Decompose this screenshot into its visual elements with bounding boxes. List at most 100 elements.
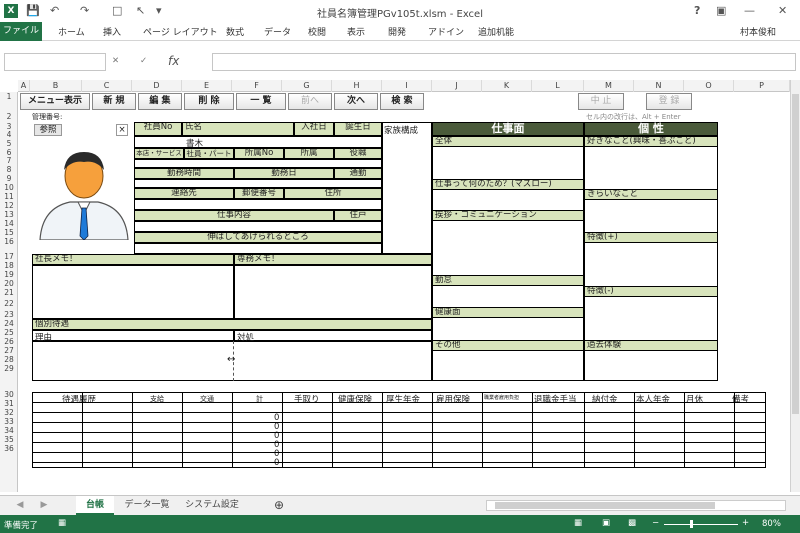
name-value-row[interactable] (134, 136, 382, 148)
row-header[interactable]: 16 (0, 237, 18, 246)
tab-file[interactable]: ファイル (0, 22, 42, 41)
column-header[interactable]: M (584, 80, 634, 92)
photo-reference-button[interactable]: 参照 (34, 124, 62, 136)
row-header[interactable]: 14 (0, 219, 18, 228)
user-name[interactable]: 村本俊和 (740, 25, 776, 38)
tab-developer[interactable]: 開発 (388, 25, 406, 38)
normal-view-icon[interactable]: ▦ (574, 518, 582, 528)
tab-formulas[interactable]: 数式 (226, 25, 244, 38)
row-header[interactable]: 23 (0, 310, 18, 319)
zoom-in-button[interactable]: + (742, 518, 749, 528)
prev-sheet-icon[interactable]: ◀ (10, 496, 30, 515)
work-values[interactable] (134, 179, 382, 188)
row-header[interactable]: 29 (0, 364, 18, 373)
row-header[interactable]: 28 (0, 355, 18, 364)
tab-review[interactable]: 校閲 (308, 25, 326, 38)
sheet-tab-data-list[interactable]: データ一覧 (118, 496, 176, 515)
menu-button[interactable]: メニュー表示 (20, 93, 90, 110)
sheet-area[interactable]: メニュー表示 新 規 編 集 削 除 一 覧 前へ 次へ 検 索 中 止 登 録… (18, 92, 790, 492)
delete-button[interactable]: 削 除 (184, 93, 234, 110)
tab-page-layout[interactable]: ページ レイアウト (143, 25, 218, 38)
tab-extra[interactable]: 追加机能 (478, 25, 514, 38)
next-sheet-icon[interactable]: ▶ (34, 496, 54, 515)
page-layout-view-icon[interactable]: ▣ (602, 518, 610, 528)
row-header[interactable]: 13 (0, 210, 18, 219)
row-header[interactable]: 26 (0, 337, 18, 346)
register-button[interactable]: 登 録 (646, 93, 692, 110)
row-header[interactable]: 8 (0, 165, 18, 174)
column-header[interactable]: O (684, 80, 734, 92)
exec-memo-box[interactable] (234, 265, 432, 319)
close-button[interactable]: ✕ (778, 4, 787, 17)
row-header[interactable]: 22 (0, 299, 18, 308)
column-header[interactable]: H (332, 80, 382, 92)
row-header[interactable]: 19 (0, 270, 18, 279)
horizontal-scrollbar[interactable] (486, 500, 786, 511)
row-header[interactable]: 35 (0, 435, 18, 444)
tab-home[interactable]: ホーム (58, 25, 85, 38)
tab-data[interactable]: データ (264, 25, 291, 38)
column-header[interactable]: J (432, 80, 482, 92)
family-box[interactable] (382, 122, 432, 254)
column-header[interactable]: B (30, 80, 82, 92)
row-header[interactable]: 11 (0, 192, 18, 201)
new-button[interactable]: 新 規 (92, 93, 136, 110)
name-box[interactable] (4, 53, 106, 71)
zoom-slider-thumb[interactable] (690, 520, 693, 528)
row-header[interactable]: 30 (0, 390, 18, 399)
column-header[interactable]: F (232, 80, 282, 92)
help-button[interactable]: ? (694, 4, 700, 17)
tab-addins[interactable]: アドイン (428, 25, 464, 38)
cancel-icon[interactable]: ✕ (112, 56, 119, 66)
column-header[interactable]: G (282, 80, 332, 92)
add-sheet-icon[interactable]: ⊕ (270, 496, 288, 515)
ribbon-options-icon[interactable]: ▣ (716, 4, 726, 17)
column-header[interactable]: C (82, 80, 132, 92)
vertical-scrollbar[interactable] (790, 80, 800, 492)
next-button[interactable]: 次へ (334, 93, 378, 110)
column-header[interactable]: P (734, 80, 790, 92)
stop-button[interactable]: 中 止 (578, 93, 624, 110)
boss-memo-box[interactable] (32, 265, 234, 319)
row-header[interactable]: 1 (0, 92, 18, 101)
strengths-value[interactable] (134, 243, 382, 254)
row-header[interactable]: 25 (0, 328, 18, 337)
row-header[interactable]: 32 (0, 408, 18, 417)
job-values[interactable] (134, 221, 382, 232)
row-header[interactable]: 27 (0, 346, 18, 355)
zoom-level[interactable]: 80% (762, 519, 781, 529)
h-scroll-thumb[interactable] (495, 502, 715, 509)
photo-close-button[interactable]: × (116, 124, 128, 136)
tab-view[interactable]: 表示 (347, 25, 365, 38)
row-header[interactable]: 4 (0, 130, 18, 139)
dept-values[interactable] (134, 159, 382, 168)
row-header[interactable]: 21 (0, 288, 18, 297)
sheet-tab-system[interactable]: システム設定 (180, 496, 244, 515)
column-header[interactable]: A (18, 80, 30, 92)
row-header[interactable]: 34 (0, 426, 18, 435)
tab-insert[interactable]: 挿入 (103, 25, 121, 38)
contact-values[interactable] (134, 199, 382, 210)
search-button[interactable]: 検 索 (380, 93, 424, 110)
row-header[interactable]: 9 (0, 174, 18, 183)
row-header[interactable]: 10 (0, 183, 18, 192)
prev-button[interactable]: 前へ (288, 93, 332, 110)
column-header[interactable]: D (132, 80, 182, 92)
zoom-slider[interactable] (664, 524, 738, 525)
row-header[interactable]: 20 (0, 279, 18, 288)
row-header[interactable]: 12 (0, 201, 18, 210)
row-header[interactable]: 15 (0, 228, 18, 237)
sheet-tab-ledger[interactable]: 台帳 (76, 496, 114, 515)
zoom-out-button[interactable]: − (652, 518, 659, 528)
page-break-view-icon[interactable]: ▩ (628, 518, 636, 528)
row-header[interactable]: 5 (0, 139, 18, 148)
row-header[interactable]: 33 (0, 417, 18, 426)
column-header[interactable]: E (182, 80, 232, 92)
row-header[interactable]: 18 (0, 261, 18, 270)
list-button[interactable]: 一 覧 (236, 93, 286, 110)
macro-record-icon[interactable]: ▦ (58, 518, 66, 528)
function-icon[interactable]: fx (168, 54, 179, 68)
column-header[interactable]: L (532, 80, 584, 92)
enter-icon[interactable]: ✓ (140, 56, 147, 66)
row-header[interactable]: 36 (0, 444, 18, 453)
